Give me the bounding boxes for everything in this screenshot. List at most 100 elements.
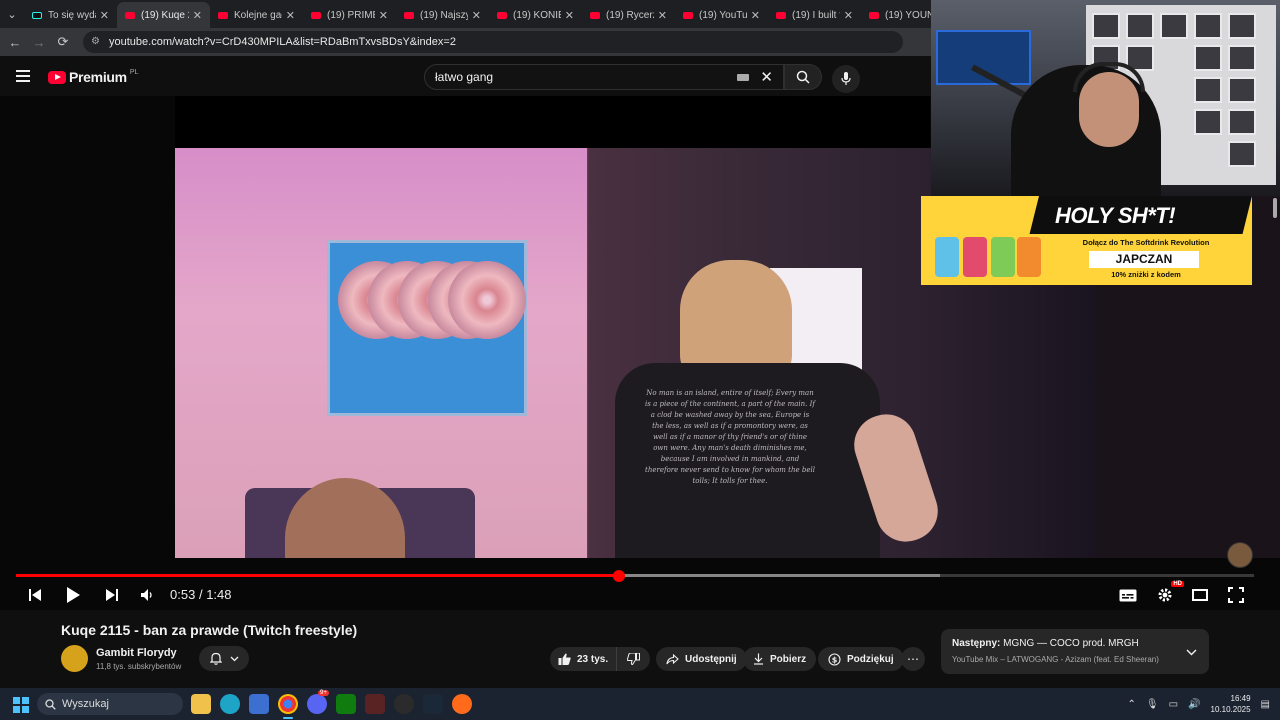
video-title: Kuqe 2115 - ban za prawde (Twitch freest… xyxy=(61,622,358,638)
microphone-icon[interactable]: 🎙 xyxy=(1146,699,1159,710)
gear-icon xyxy=(1158,588,1172,602)
shelf-cube xyxy=(1228,141,1256,167)
taskbar-search[interactable]: Wyszukaj xyxy=(37,693,183,715)
up-next-card[interactable]: Następny: MGNG — COCO prod. MRGH YouTube… xyxy=(941,629,1209,674)
sponsor-banner: HOLY SH*T! Dołącz do The Softdrink Revol… xyxy=(921,196,1252,285)
menu-icon[interactable] xyxy=(16,70,30,82)
steam-icon[interactable] xyxy=(423,694,443,714)
shelf-cube xyxy=(1194,45,1222,71)
browser-tab[interactable]: (19) Rycerz ✕ xyxy=(582,2,675,28)
channel-watermark[interactable] xyxy=(1227,542,1253,568)
voice-search-button[interactable] xyxy=(832,65,860,93)
file-explorer-icon[interactable] xyxy=(191,694,211,714)
start-button[interactable] xyxy=(13,697,29,713)
tab-title: (19) Najszybsze xyxy=(420,9,468,21)
notifications-icon[interactable]: ▤ xyxy=(1261,699,1270,710)
clock-date: 10.10.2025 xyxy=(1210,705,1251,714)
clear-search-icon[interactable]: ✕ xyxy=(760,68,773,86)
youtube-icon xyxy=(683,11,693,19)
search-button[interactable] xyxy=(784,64,822,90)
avatar[interactable] xyxy=(61,645,88,672)
launcher-icon[interactable] xyxy=(452,694,472,714)
back-icon[interactable]: ← xyxy=(3,35,27,50)
browser-tab[interactable]: (19) I built th ✕ xyxy=(768,2,861,28)
duration: 1:48 xyxy=(206,587,232,602)
search-input[interactable]: łatwo gang ✕ xyxy=(424,64,784,90)
fullscreen-button[interactable] xyxy=(1225,585,1247,605)
tab-title: (19) Kuqe 2115 xyxy=(141,9,189,21)
mute-button[interactable] xyxy=(136,585,158,605)
store-icon[interactable] xyxy=(249,694,269,714)
like-button[interactable]: 23 tys. xyxy=(550,647,618,671)
close-tab-icon[interactable]: ✕ xyxy=(565,9,574,22)
tab-search-icon[interactable]: ⌄ xyxy=(0,0,24,28)
close-tab-icon[interactable]: ✕ xyxy=(193,9,202,22)
scrollbar-thumb[interactable] xyxy=(1273,198,1277,218)
shelf-cube xyxy=(1194,13,1222,39)
browser-tab[interactable]: (19) PRIME MMA ✕ xyxy=(303,2,396,28)
reload-icon[interactable]: ⟳ xyxy=(51,34,75,50)
tabs-container: To się wydarzy✕(19) Kuqe 2115✕Kolejne ga… xyxy=(24,2,954,28)
expand-playlist-button[interactable] xyxy=(1186,643,1197,661)
taskbar-search-placeholder: Wyszukaj xyxy=(62,698,109,710)
more-icon: ⋯ xyxy=(907,652,919,666)
channel-name[interactable]: Gambit Florydy xyxy=(96,647,177,659)
share-button[interactable]: Udostępnij xyxy=(656,647,747,671)
next-button[interactable] xyxy=(101,585,123,605)
discord-icon[interactable]: 9+ xyxy=(307,690,329,714)
chrome-icon[interactable] xyxy=(278,694,298,714)
dislike-button[interactable] xyxy=(617,647,650,671)
tray-overflow-icon[interactable]: ⌃ xyxy=(1128,699,1136,710)
clock[interactable]: 16:49 10.10.2025 xyxy=(1211,693,1251,715)
page-scrollbar[interactable] xyxy=(1270,196,1278,686)
previous-button[interactable] xyxy=(24,585,46,605)
forward-icon[interactable]: → xyxy=(27,35,51,50)
youtube-logo[interactable]: Premium PL xyxy=(48,69,138,85)
theater-mode-button[interactable] xyxy=(1189,585,1211,605)
browser-tab[interactable]: (19) KONIEC ✕ xyxy=(489,2,582,28)
tiktok-icon xyxy=(32,11,42,19)
close-tab-icon[interactable]: ✕ xyxy=(751,9,760,22)
browser-tab[interactable]: Kolejne gacie ✕ xyxy=(210,2,303,28)
notifications-button[interactable] xyxy=(199,646,249,671)
chevron-down-icon xyxy=(1186,649,1197,656)
thanks-label: Podziękuj xyxy=(847,653,894,665)
search-query: łatwo gang xyxy=(435,70,494,84)
more-actions-button[interactable]: ⋯ xyxy=(901,647,925,671)
player-controls: 0:53 / 1:48 HD xyxy=(0,580,1280,610)
close-tab-icon[interactable]: ✕ xyxy=(472,9,481,22)
close-tab-icon[interactable]: ✕ xyxy=(844,9,853,22)
shirt-print: No man is an island, entire of itself; E… xyxy=(645,389,815,485)
logo-text: Premium xyxy=(69,69,127,85)
address-bar[interactable]: ⚙ youtube.com/watch?v=CrD430MPILA&list=R… xyxy=(83,31,903,53)
edge-icon[interactable] xyxy=(220,694,240,714)
close-tab-icon[interactable]: ✕ xyxy=(658,9,667,22)
wall-plaque xyxy=(327,240,527,416)
hd-badge: HD xyxy=(1171,581,1184,587)
youtube-icon xyxy=(869,11,879,19)
site-info-icon[interactable]: ⚙ xyxy=(91,36,103,48)
browser-tab[interactable]: (19) YouTube ✕ xyxy=(675,2,768,28)
settings-button[interactable]: HD xyxy=(1154,581,1184,605)
xbox-icon[interactable] xyxy=(336,694,356,714)
shelf-cube xyxy=(1126,13,1154,39)
keyboard-icon[interactable] xyxy=(737,74,749,81)
close-tab-icon[interactable]: ✕ xyxy=(100,9,109,22)
thanks-button[interactable]: $ Podziękuj xyxy=(818,647,904,671)
volume-icon[interactable]: 🔊 xyxy=(1188,699,1200,710)
super-thanks-icon: $ xyxy=(828,652,841,666)
game-app-icon[interactable] xyxy=(365,694,385,714)
close-tab-icon[interactable]: ✕ xyxy=(379,9,388,22)
discord-badge: 9+ xyxy=(318,690,329,696)
network-icon[interactable]: ▭ xyxy=(1169,699,1178,710)
system-app-icon[interactable] xyxy=(394,694,414,714)
subtitles-button[interactable] xyxy=(1117,585,1139,605)
download-button[interactable]: Pobierz xyxy=(743,647,817,671)
share-label: Udostępnij xyxy=(685,653,737,665)
browser-tab[interactable]: To się wydarzy ✕ xyxy=(24,2,117,28)
progress-bar[interactable] xyxy=(16,569,1254,582)
play-button[interactable] xyxy=(62,585,84,605)
browser-tab[interactable]: (19) Najszybsze ✕ xyxy=(396,2,489,28)
browser-tab[interactable]: (19) Kuqe 2115 ✕ xyxy=(117,2,210,28)
close-tab-icon[interactable]: ✕ xyxy=(286,9,295,22)
